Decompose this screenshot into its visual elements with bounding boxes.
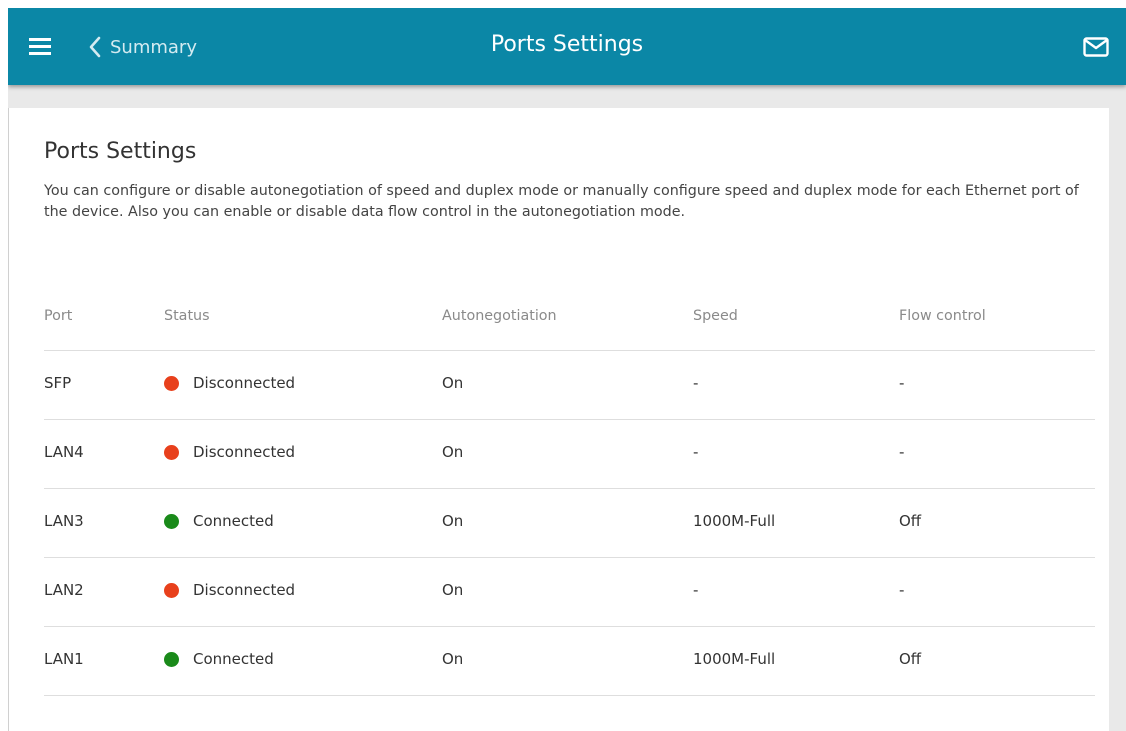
status-cell: Connected [164,650,274,668]
table-row[interactable]: SFP Disconnected On - - [44,351,1095,420]
top-bar: Summary Ports Settings [8,8,1126,85]
status-text: Connected [193,512,274,530]
ports-table: Port Status Autonegotiation Speed Flow c… [44,290,1095,696]
status-indicator-icon [164,582,179,598]
autonegotiation-cell: On [442,650,464,668]
column-header-autonegotiation: Autonegotiation [442,308,557,324]
status-indicator-icon [164,651,179,667]
status-cell: Disconnected [164,443,295,461]
port-cell: SFP [44,374,72,392]
column-header-port: Port [44,308,73,324]
status-text: Disconnected [193,374,296,392]
speed-cell: - [693,581,699,599]
table-row[interactable]: LAN1 Connected On 1000M-Full Off [44,627,1095,696]
flow-control-cell: Off [899,512,922,530]
status-indicator-icon [164,444,179,460]
autonegotiation-cell: On [442,374,464,392]
page-description: You can configure or disable autonegotia… [44,183,1079,220]
ports-settings-card: Ports Settings You can configure or disa… [8,108,1109,731]
status-cell: Connected [164,512,274,530]
status-text: Disconnected [193,581,296,599]
status-indicator-icon [164,513,179,529]
flow-control-cell: - [899,443,905,461]
status-text: Connected [193,650,274,668]
status-cell: Disconnected [164,374,295,392]
table-header: Port Status Autonegotiation Speed Flow c… [44,290,1095,351]
status-cell: Disconnected [164,581,295,599]
notifications-button[interactable] [1080,32,1112,62]
autonegotiation-cell: On [442,443,464,461]
port-cell: LAN1 [44,650,84,668]
speed-cell: 1000M-Full [693,512,776,530]
speed-cell: 1000M-Full [693,650,776,668]
status-indicator-icon [164,375,179,391]
autonegotiation-cell: On [442,512,464,530]
column-header-speed: Speed [693,308,738,324]
column-header-flow-control: Flow control [899,308,986,324]
port-cell: LAN3 [44,512,84,530]
flow-control-cell: - [899,581,905,599]
port-cell: LAN4 [44,443,84,461]
table-row[interactable]: LAN4 Disconnected On - - [44,420,1095,489]
table-row[interactable]: LAN3 Connected On 1000M-Full Off [44,489,1095,558]
header-title: Ports Settings [490,32,644,57]
port-cell: LAN2 [44,581,84,599]
table-row[interactable]: LAN2 Disconnected On - - [44,558,1095,627]
envelope-icon [1083,37,1109,57]
app-viewport: Summary Ports Settings Ports Settings Yo… [8,8,1126,731]
autonegotiation-cell: On [442,581,464,599]
flow-control-cell: Off [899,650,922,668]
page-title: Ports Settings [44,139,197,164]
speed-cell: - [693,374,699,392]
status-text: Disconnected [193,443,296,461]
speed-cell: - [693,443,699,461]
flow-control-cell: - [899,374,905,392]
column-header-status: Status [164,308,210,324]
